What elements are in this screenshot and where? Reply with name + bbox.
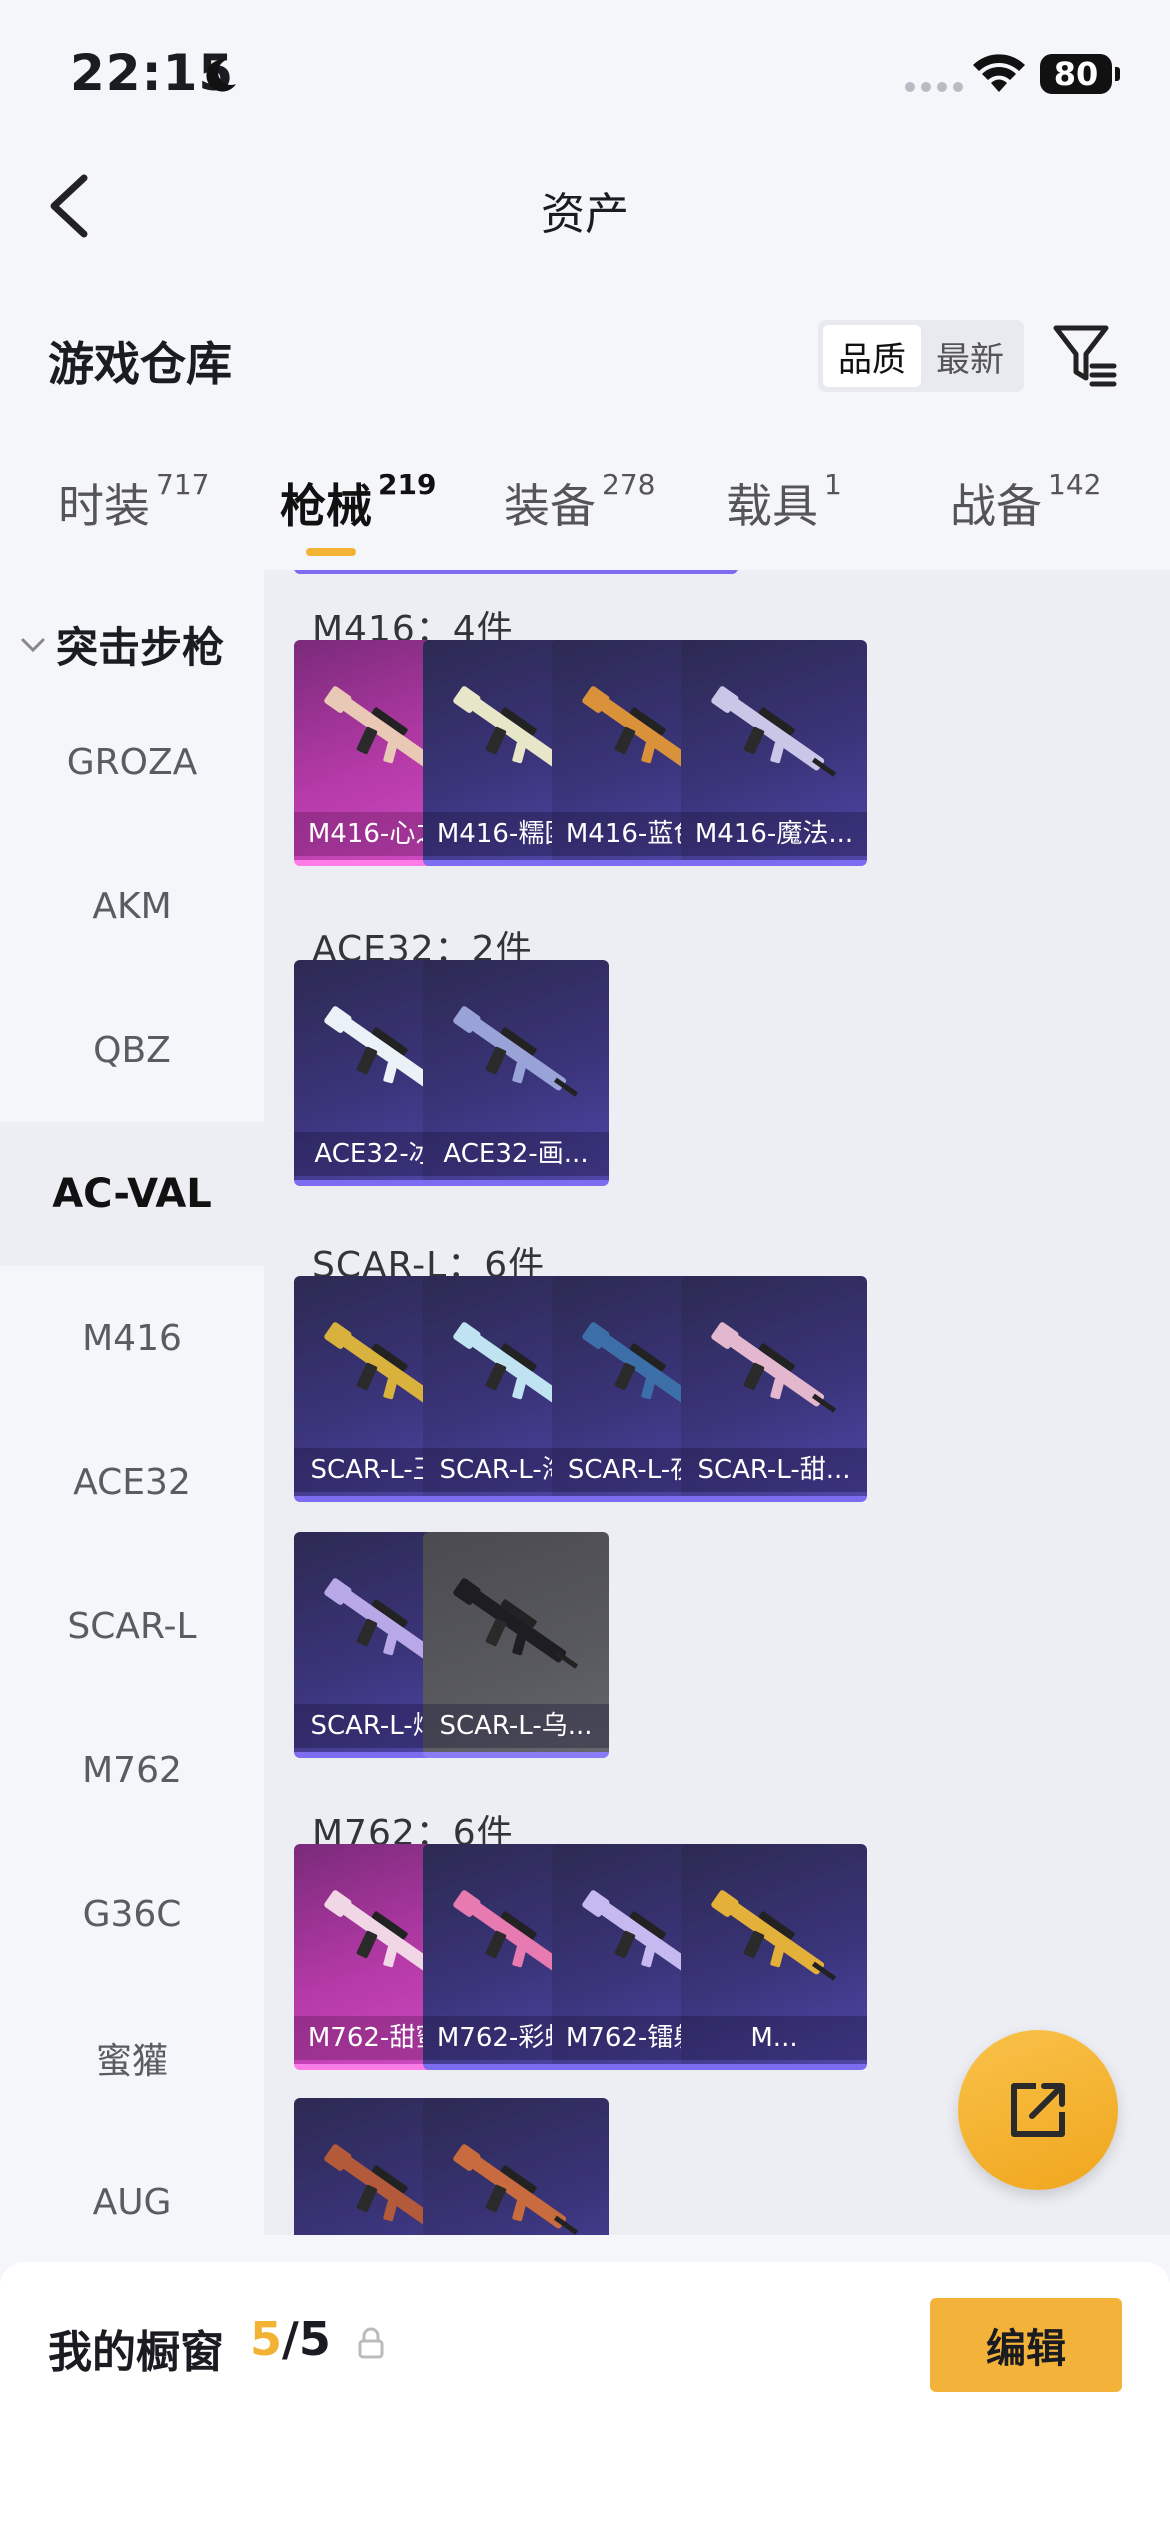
battery-indicator: 80 [1040,54,1120,94]
sort-toggle: 品质 最新 [818,320,1024,392]
sidebar-item[interactable]: M762 [0,1698,264,1842]
weapon-skin-image [711,686,837,777]
sidebar-item[interactable]: AUG [0,2130,264,2235]
active-tab-indicator [306,548,356,556]
sidebar-item[interactable]: SCAR-L [0,1554,264,1698]
weapon-card[interactable]: M... [681,1844,867,2070]
sidebar-item[interactable]: GROZA [0,690,264,834]
weapon-skin-image [711,1322,837,1413]
tab-supplies[interactable]: 战备 142 [950,468,1101,536]
moon-icon [206,59,236,92]
weapon-skin-image [711,1890,837,1981]
weapon-card[interactable]: SCAR-L-甜... [681,1276,867,1502]
edit-button[interactable]: 编辑 [930,2298,1122,2392]
weapon-type-sidebar: 突击步枪 GROZA AKM QBZ AC-VAL M416 ACE32 SCAR-L M76… [0,570,264,2235]
weapon-skin-image [453,1578,579,1669]
weapon-card-name: M... [681,2016,867,2060]
wifi-icon [973,54,1025,92]
weapon-card[interactable]: SCAR-L-乌... [423,1532,609,1758]
weapon-card-name: ACE32-画... [423,1132,609,1176]
category-tabs: 时装 717 枪械 219 装备 278 载具 1 战备 142 [0,468,1170,560]
tab-vehicles[interactable]: 载具 1 [726,468,842,536]
weapon-card[interactable] [423,2098,609,2235]
sort-quality-button[interactable]: 品质 [823,325,921,387]
weapon-skin-image [453,1006,579,1097]
tab-outfits[interactable]: 时装 717 [58,468,209,536]
sidebar-item[interactable]: QBZ [0,978,264,1122]
weapon-card-name: M416-魔法... [681,812,867,856]
sidebar-item[interactable]: 蜜獾 [0,1986,264,2130]
weapon-card[interactable] [552,570,738,574]
weapon-card[interactable]: M416-魔法... [681,640,867,866]
showcase-title: 我的橱窗 [48,2327,224,2378]
section-title: 游戏仓库 [48,337,232,391]
sidebar-item[interactable]: AC-VAL [0,1122,264,1266]
status-bar: 22:15 80 [0,0,1170,150]
weapon-skin-image [453,2144,579,2235]
showcase-bar: 我的橱窗 5/5 编辑 [0,2262,1170,2532]
signal-icon [905,82,963,92]
weapon-grid: M416：4件7级M416-心之...M416-糯团...M416-蓝色...M… [264,570,1170,2235]
weapon-card[interactable]: ACE32-画... [423,960,609,1186]
share-icon [1011,2083,1065,2137]
sidebar-item[interactable]: G36C [0,1842,264,1986]
page-title: 资产 [541,189,629,240]
weapon-card-name: SCAR-L-乌... [423,1704,609,1748]
sidebar-item[interactable]: AKM [0,834,264,978]
sidebar-group-assault-rifles[interactable]: 突击步枪 [20,614,224,675]
sidebar-item[interactable]: M416 [0,1266,264,1410]
tab-firearms[interactable]: 枪械 219 [280,468,436,536]
tab-equipment[interactable]: 装备 278 [504,468,655,536]
showcase-count: 5/5 [250,2312,331,2366]
sidebar-item[interactable]: ACE32 [0,1410,264,1554]
sidebar-group-label: 突击步枪 [56,623,225,672]
filter-icon[interactable] [1052,322,1118,388]
sort-newest-button[interactable]: 最新 [921,325,1019,387]
chevron-down-icon [21,638,45,652]
lock-icon [358,2327,384,2359]
weapon-card-name: SCAR-L-甜... [681,1448,867,1492]
share-button[interactable] [958,2030,1118,2190]
